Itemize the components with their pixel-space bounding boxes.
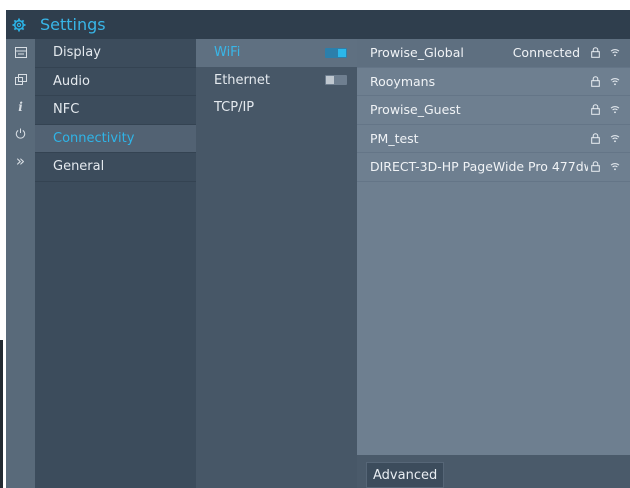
network-ssid: Prowise_Global <box>370 45 464 61</box>
menu-item-general[interactable]: General <box>35 153 196 182</box>
network-ssid: Rooymans <box>370 73 436 89</box>
chevron-double-right-icon[interactable]: » <box>6 147 35 174</box>
wifi-signal-icon <box>608 77 622 86</box>
toggle-knob <box>326 76 334 85</box>
menu-item-label: NFC <box>53 102 80 118</box>
wifi-toggle[interactable] <box>325 47 347 58</box>
submenu-item-label: Ethernet <box>214 72 270 88</box>
display-settings-icon[interactable] <box>6 39 35 66</box>
wifi-signal-icon <box>608 48 622 57</box>
network-ssid: DIRECT-3D-HP PageWide Pro 477dw <box>370 159 588 175</box>
info-icon[interactable]: i <box>6 93 35 120</box>
submenu-item-label: WiFi <box>214 45 241 61</box>
network-status: Connected <box>512 45 580 61</box>
submenu-item-label: TCP/IP <box>214 100 255 116</box>
power-icon[interactable] <box>6 120 35 147</box>
menu-item-label: Display <box>53 45 101 61</box>
connectivity-submenu: WiFi Ethernet TCP/IP <box>196 39 357 488</box>
lock-icon <box>588 104 602 116</box>
network-row[interactable]: Prowise_Global Connected <box>357 39 630 68</box>
network-row[interactable]: PM_test <box>357 125 630 153</box>
network-row[interactable]: Rooymans <box>357 68 630 96</box>
network-row[interactable]: Prowise_Guest <box>357 96 630 125</box>
ethernet-toggle[interactable] <box>325 75 347 86</box>
submenu-item-wifi[interactable]: WiFi <box>196 39 357 67</box>
wifi-signal-icon <box>608 105 622 114</box>
menu-item-label: General <box>53 159 105 175</box>
icon-sidebar: i » <box>6 39 35 488</box>
network-ssid: PM_test <box>370 130 419 146</box>
window-title: Settings <box>40 15 106 34</box>
wifi-signal-icon <box>608 134 622 143</box>
network-ssid: Prowise_Guest <box>370 102 461 118</box>
settings-window: Settings i » Display Audio NFC Connectiv… <box>6 10 630 488</box>
left-edge-shadow <box>0 340 3 488</box>
lock-icon <box>588 161 602 173</box>
submenu-item-tcpip[interactable]: TCP/IP <box>196 94 357 122</box>
lock-icon <box>588 75 602 87</box>
title-bar: Settings <box>6 10 630 39</box>
toggle-knob <box>338 48 346 57</box>
submenu-item-ethernet[interactable]: Ethernet <box>196 67 357 95</box>
lock-icon <box>588 132 602 144</box>
menu-item-audio[interactable]: Audio <box>35 68 196 96</box>
advanced-button[interactable]: Advanced <box>366 462 445 488</box>
lock-icon <box>588 47 602 59</box>
menu-item-label: Audio <box>53 73 90 89</box>
settings-menu: Display Audio NFC Connectivity General <box>35 39 196 488</box>
wifi-network-list: Prowise_Global Connected Rooymans Prowis… <box>357 39 630 455</box>
gear-icon[interactable] <box>10 18 28 32</box>
menu-item-display[interactable]: Display <box>35 39 196 68</box>
network-row[interactable]: DIRECT-3D-HP PageWide Pro 477dw <box>357 153 630 182</box>
menu-item-nfc[interactable]: NFC <box>35 96 196 125</box>
panel-footer: Advanced <box>357 455 630 488</box>
menu-item-label: Connectivity <box>53 130 135 146</box>
audio-settings-icon[interactable] <box>6 66 35 93</box>
wifi-signal-icon <box>608 162 622 171</box>
menu-item-connectivity[interactable]: Connectivity <box>35 124 196 153</box>
